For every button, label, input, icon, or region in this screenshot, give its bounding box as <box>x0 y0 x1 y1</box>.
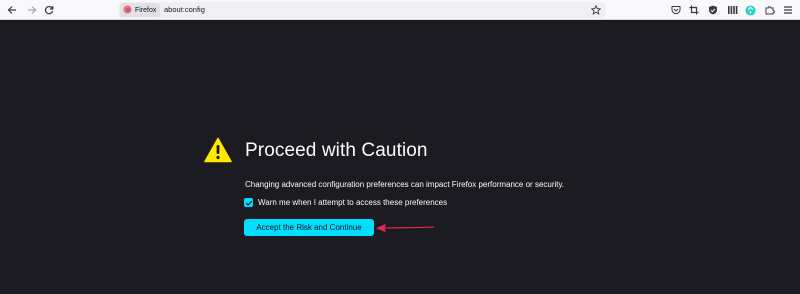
url-input[interactable] <box>164 5 564 14</box>
library-icon[interactable] <box>724 2 740 18</box>
page-title: Proceed with Caution <box>245 140 428 161</box>
extension-badge-icon[interactable] <box>742 2 758 18</box>
screenshot-icon[interactable] <box>686 2 702 18</box>
checkmark-icon <box>245 200 252 206</box>
identity-box[interactable]: Firefox <box>120 1 161 19</box>
accept-risk-button[interactable]: Accept the Risk and Continue <box>244 219 374 236</box>
warning-checkbox-label[interactable]: Warn me when I attempt to access these p… <box>258 198 447 207</box>
pocket-icon[interactable] <box>668 2 684 18</box>
warning-checkbox[interactable] <box>244 198 253 207</box>
annotation-arrow <box>376 223 435 233</box>
warning-checkbox-row[interactable]: Warn me when I attempt to access these p… <box>244 198 447 207</box>
forward-icon[interactable] <box>24 2 40 18</box>
back-icon[interactable] <box>4 2 20 18</box>
address-bar[interactable]: Firefox <box>118 2 606 18</box>
extensions-icon[interactable] <box>762 2 778 18</box>
bookmark-star-icon[interactable] <box>588 2 604 18</box>
identity-label: Firefox <box>135 6 157 14</box>
menu-icon[interactable] <box>780 2 796 18</box>
firefox-logo-icon <box>123 1 132 19</box>
browser-toolbar: Firefox <box>0 0 800 20</box>
warning-icon <box>204 137 232 163</box>
warning-description: Changing advanced configuration preferen… <box>245 180 565 189</box>
reload-icon[interactable] <box>41 2 57 18</box>
shield-icon[interactable] <box>705 2 721 18</box>
